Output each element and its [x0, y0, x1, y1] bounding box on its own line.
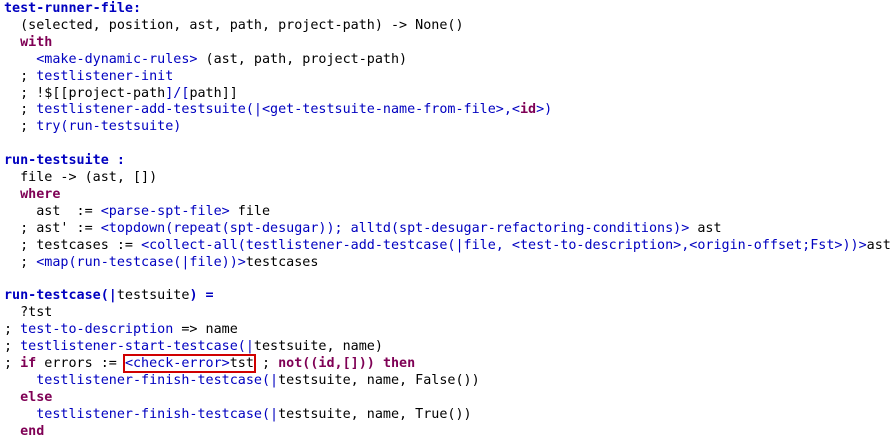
- code-token: ?tst: [4, 305, 53, 321]
- code-line[interactable]: ; ast' := <topdown(repeat(spt-desugar));…: [4, 220, 722, 237]
- code-token: :: [133, 1, 142, 16]
- code-line[interactable]: run-testcase(|testsuite) =: [4, 287, 214, 304]
- code-token: ;: [4, 102, 37, 118]
- code-line[interactable]: run-testsuite :: [4, 152, 125, 169]
- code-line[interactable]: ; test-to-description => name: [4, 321, 238, 338]
- code-token: ;: [4, 119, 37, 135]
- code-line[interactable]: end: [4, 423, 44, 440]
- code-token: testsuite, name): [253, 339, 383, 354]
- code-token: ; !$[[: [4, 85, 69, 101]
- code-token: end: [20, 423, 45, 439]
- code-token: <make-dynamic-rules>: [36, 51, 198, 67]
- code-token: ast': [866, 237, 891, 253]
- code-token: if: [20, 355, 37, 371]
- error-highlight-box: <check-error>tst: [122, 353, 256, 373]
- code-line[interactable]: else: [4, 389, 52, 406]
- code-token: ) =: [189, 288, 214, 304]
- code-token: => name: [173, 322, 238, 338]
- code-token: file: [229, 203, 271, 219]
- code-line[interactable]: ; <map(run-testcase(|file))>testcases: [4, 254, 318, 271]
- code-token: else: [20, 389, 53, 405]
- code-token: testlistener-finish-testcase(|: [36, 372, 279, 388]
- code-token: ]/[: [165, 85, 190, 101]
- code-token: testlistener-finish-testcase(|: [36, 406, 279, 422]
- code-line[interactable]: ; testcases := <collect-all(testlistener…: [4, 237, 891, 254]
- code-token: testsuite, name, False()): [278, 372, 480, 388]
- code-token: testlistener-start-testcase(|: [20, 339, 254, 354]
- code-token: ;: [4, 254, 37, 270]
- code-token: with: [20, 34, 53, 50]
- code-token: >): [536, 102, 553, 118]
- code-line[interactable]: (selected, position, ast, path, project-…: [4, 17, 464, 34]
- code-token: path: [189, 85, 222, 101]
- code-token: (selected, position, ast, path, project-…: [4, 17, 464, 33]
- code-line[interactable]: testlistener-finish-testcase(|testsuite,…: [4, 406, 472, 423]
- code-token: id: [519, 102, 537, 118]
- code-token: ;: [253, 355, 279, 371]
- code-token: ; testcases :=: [4, 237, 142, 253]
- code-line[interactable]: with: [4, 34, 52, 51]
- code-line[interactable]: ; if errors := <check-error>tst ; not((i…: [4, 353, 416, 373]
- code-token: <topdown(repeat(spt-desugar)); alltd(spt…: [100, 220, 690, 236]
- code-token: project-path: [68, 85, 166, 101]
- code-token: <map(run-testcase(|file))>: [36, 254, 246, 270]
- code-token: ; ast' :=: [4, 220, 101, 236]
- code-line[interactable]: ast := <parse-spt-file> file: [4, 203, 270, 220]
- code-token: ;: [4, 68, 37, 84]
- code-token: test-to-description: [20, 322, 174, 338]
- code-token: not((id,[])): [278, 355, 375, 371]
- code-token: run-testsuite :: [4, 153, 125, 169]
- code-token: run-testcase(|: [4, 288, 117, 304]
- code-token: ;: [4, 339, 21, 354]
- code-token: then: [382, 355, 416, 371]
- code-token: test-runner-file: [4, 1, 133, 16]
- code-line[interactable]: <make-dynamic-rules> (ast, path, project…: [4, 51, 407, 68]
- code-token: file -> (ast, []): [4, 170, 158, 185]
- code-line[interactable]: ; try(run-testsuite): [4, 118, 181, 135]
- code-token: try(run-testsuite): [36, 119, 182, 135]
- code-line[interactable]: test-runner-file:: [4, 0, 141, 17]
- highlighted-token: tst: [229, 355, 254, 371]
- code-line[interactable]: testlistener-finish-testcase(|testsuite,…: [4, 372, 480, 389]
- code-editor[interactable]: test-runner-file: (selected, position, a…: [0, 0, 891, 442]
- code-token: testlistener-init: [36, 68, 174, 84]
- code-token: ]]: [221, 85, 238, 101]
- highlighted-token: <check-error>: [124, 355, 230, 371]
- code-token: <collect-all(testlistener-add-testcase(|…: [141, 237, 867, 253]
- code-token: testsuite: [116, 288, 190, 304]
- code-token: errors :=: [36, 355, 125, 371]
- code-token: <parse-spt-file>: [100, 203, 230, 219]
- code-line[interactable]: file -> (ast, []): [4, 169, 157, 186]
- code-line[interactable]: ; testlistener-init: [4, 68, 173, 85]
- code-token: ;: [4, 322, 21, 338]
- code-line[interactable]: ; testlistener-start-testcase(|testsuite…: [4, 338, 383, 355]
- code-line[interactable]: ; testlistener-add-testsuite(|<get-tests…: [4, 101, 552, 118]
- code-line[interactable]: ; !$[[project-path]/[path]]: [4, 85, 238, 102]
- code-line[interactable]: ?tst: [4, 304, 52, 321]
- code-token: ast :=: [4, 203, 101, 219]
- code-token: testcases: [245, 254, 319, 270]
- code-token: where: [20, 186, 61, 202]
- code-token: testsuite, name, True()): [278, 406, 472, 422]
- code-token: testlistener-add-testsuite(|<get-testsui…: [36, 102, 520, 118]
- code-line[interactable]: where: [4, 186, 60, 203]
- code-token: ;: [4, 355, 21, 371]
- code-token: ast: [689, 220, 722, 236]
- code-token: (ast, path, project-path): [197, 51, 408, 67]
